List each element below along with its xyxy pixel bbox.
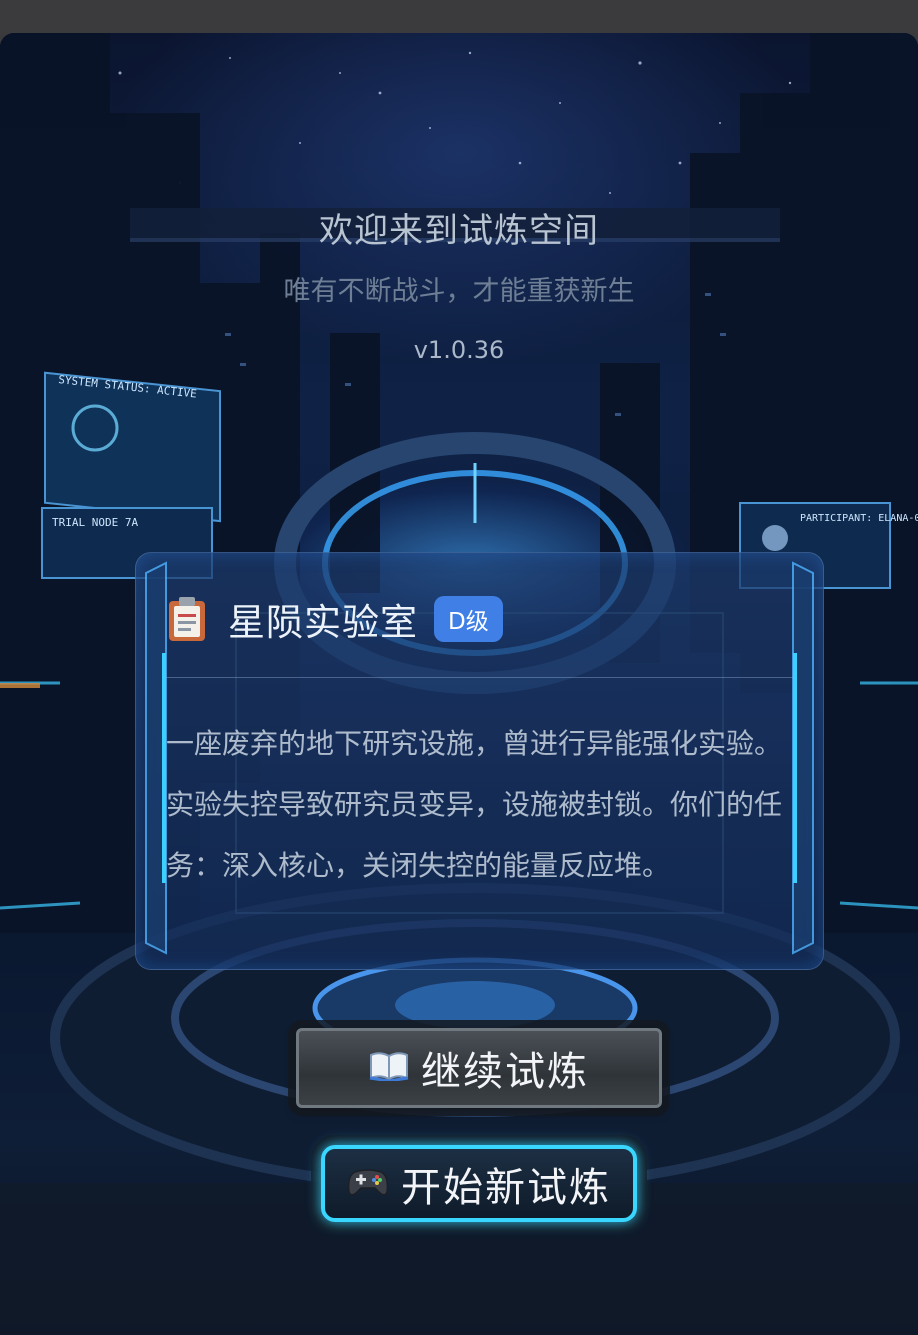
continue-trial-label: 继续试炼 xyxy=(421,1049,589,1095)
welcome-title: 欢迎来到试炼空间 xyxy=(319,211,599,251)
clipboard-icon xyxy=(169,597,205,641)
dungeon-title: 星陨实验室 xyxy=(228,601,418,644)
dungeon-info-card: 星陨实验室 D级 一座废弃的地下研究设施，曾进行异能强化实验。实验失控导致研究员… xyxy=(135,552,824,970)
window-top-bar xyxy=(0,0,918,33)
start-new-trial-label: 开始新试炼 xyxy=(401,1164,611,1211)
svg-text:PARTICIPANT: ELANA-04: PARTICIPANT: ELANA-04 xyxy=(800,513,918,524)
game-screen: SYSTEM STATUS: ACTIVE TRIAL NODE 7A PART… xyxy=(0,33,918,1335)
open-book-icon xyxy=(369,1051,409,1085)
start-new-trial-button[interactable]: 开始新试炼 xyxy=(321,1145,637,1222)
difficulty-badge: D级 xyxy=(434,596,503,642)
card-divider xyxy=(166,677,793,678)
card-header: 星陨实验室 D级 xyxy=(166,591,503,647)
gamepad-icon xyxy=(347,1166,389,1202)
welcome-subtitle: 唯有不断战斗，才能重获新生 xyxy=(283,276,635,307)
svg-text:TRIAL NODE 7A: TRIAL NODE 7A xyxy=(52,516,138,529)
version-label: v1.0.36 xyxy=(413,336,505,364)
continue-trial-button[interactable]: 继续试炼 xyxy=(296,1028,662,1108)
dungeon-description: 一座废弃的地下研究设施，曾进行异能强化实验。实验失控导致研究员变异，设施被封锁。… xyxy=(166,727,783,882)
